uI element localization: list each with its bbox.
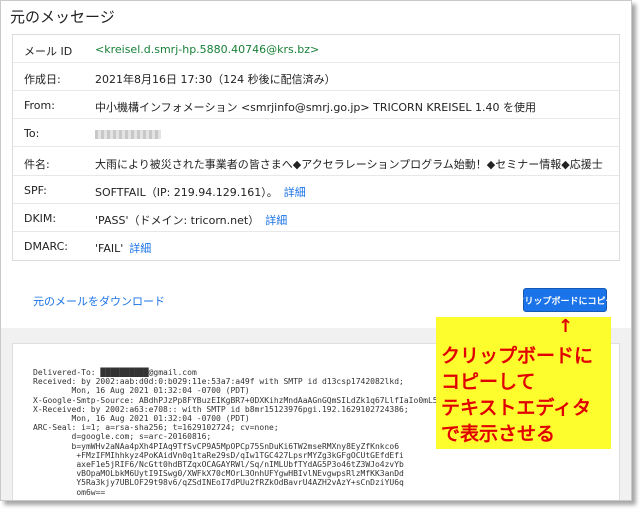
info-value: 2021年8月16日 17:30（124 秒後に配信済み） [95,73,336,86]
raw-line: b=ymWHv2aNAa4pXh4PIAq9TfSvCP9A5MpOPCp75S… [33,441,400,451]
info-label: DKIM: [24,212,57,225]
raw-message-text: Delivered-To: ██████████@gmail.com Recei… [33,368,471,497]
info-label: DMARC: [24,240,68,253]
info-row-dmarc: DMARC: 'FAIL' 詳細 [13,232,619,260]
info-row-from: From: 中小機構インフォメーション <smrjinfo@smrj.go.jp… [13,91,619,119]
info-row-created: 作成日: 2021年8月16日 17:30（124 秒後に配信済み） [13,63,619,91]
up-arrow-icon: ↑ [558,316,574,337]
copy-to-clipboard-button[interactable]: クリップボードにコピー [516,288,615,312]
info-value: 中小機構インフォメーション <smrjinfo@smrj.go.jp> TRIC… [95,101,537,114]
info-value: 大雨により被災された事業者の皆さまへ◆アクセラレーションプログラム始動！◆セミナ… [95,158,603,171]
info-value: 'FAIL' 詳細 [95,240,151,256]
info-value: SOFTFAIL（IP: 219.94.129.161）。 詳細 [95,184,306,200]
info-row-dkim: DKIM: 'PASS'（ドメイン: tricorn.net） 詳細 [13,204,619,232]
raw-line: X-Google-Smtp-Source: ABdhPJzPp8FYBuzEIK… [33,395,472,405]
info-label: 作成日: [24,73,61,86]
info-label: メール ID [24,45,73,58]
info-label: 件名: [24,158,50,171]
dkim-details-link[interactable]: 詳細 [265,214,287,227]
info-value [95,127,161,140]
download-original-link[interactable]: 元のメールをダウンロード [33,293,165,309]
raw-line: ARC-Seal: i=1; a=rsa-sha256; t=162910272… [33,423,279,433]
raw-line: d=google.com; s=arc-20160816; [33,432,212,442]
raw-line: +FMzIFMIhhkyz4PoKAidVn0q1taRe29sD/qIw1TG… [33,450,404,460]
info-row-subject: 件名: 大雨により被災された事業者の皆さまへ◆アクセラレーションプログラム始動！… [13,148,619,176]
info-row-spf: SPF: SOFTFAIL（IP: 219.94.129.161）。 詳細 [13,176,619,204]
dmarc-value: 'FAIL' [95,242,124,255]
raw-line: om6w== [33,487,106,497]
message-id-value: <kreisel.d.smrj-hp.5880.40746@krs.bz> [95,43,320,56]
info-label: From: [24,99,55,112]
info-row-to: To: [13,119,619,147]
page-title: 元のメッセージ [10,8,115,26]
info-value: 'PASS'（ドメイン: tricorn.net） 詳細 [95,212,287,228]
raw-line: Mon, 16 Aug 2021 01:32:04 -0700 (PDT) [33,386,250,396]
raw-line: Delivered-To: ██████████@gmail.com [33,368,197,377]
raw-line: Mon, 16 Aug 2021 01:32:04 -0700 (PDT) [33,414,250,424]
info-row-message-id: メール ID <kreisel.d.smrj-hp.5880.40746@krs… [13,35,619,63]
raw-line: vBOpaMOLbkM6UytI9ISwg0/XWFkX70cMOrL3OnhU… [33,469,404,479]
raw-line: Received: by 2002:aab:d0d:0:b029:11e:53a… [33,377,404,387]
dmarc-details-link[interactable]: 詳細 [129,242,151,255]
spf-value: SOFTFAIL（IP: 219.94.129.161）。 [95,186,278,199]
annotation-text: クリップボードに コピーして テキストエディタ で表示させる [441,345,594,445]
raw-line: X-Received: by 2002:a63:e708:: with SMTP… [33,404,409,414]
message-info-table: メール ID <kreisel.d.smrj-hp.5880.40746@krs… [12,34,620,261]
original-message-window: 元のメッセージ メール ID <kreisel.d.smrj-hp.5880.4… [0,0,632,501]
raw-line: axeF1e5jRIF6/NcGtt0hdBTZqxOCAGAYRWl/Sq/n… [33,460,404,470]
info-label: To: [24,127,40,140]
raw-line: Y5Ra3kjy7UBLOF29t98v6/qZSdINEoI7dPUu2fRZ… [33,478,404,488]
dkim-value: 'PASS'（ドメイン: tricorn.net） [95,214,260,227]
redacted-recipient [95,129,161,139]
info-value: <kreisel.d.smrj-hp.5880.40746@krs.bz> [95,43,319,56]
spf-details-link[interactable]: 詳細 [284,186,306,199]
info-label: SPF: [24,184,47,197]
